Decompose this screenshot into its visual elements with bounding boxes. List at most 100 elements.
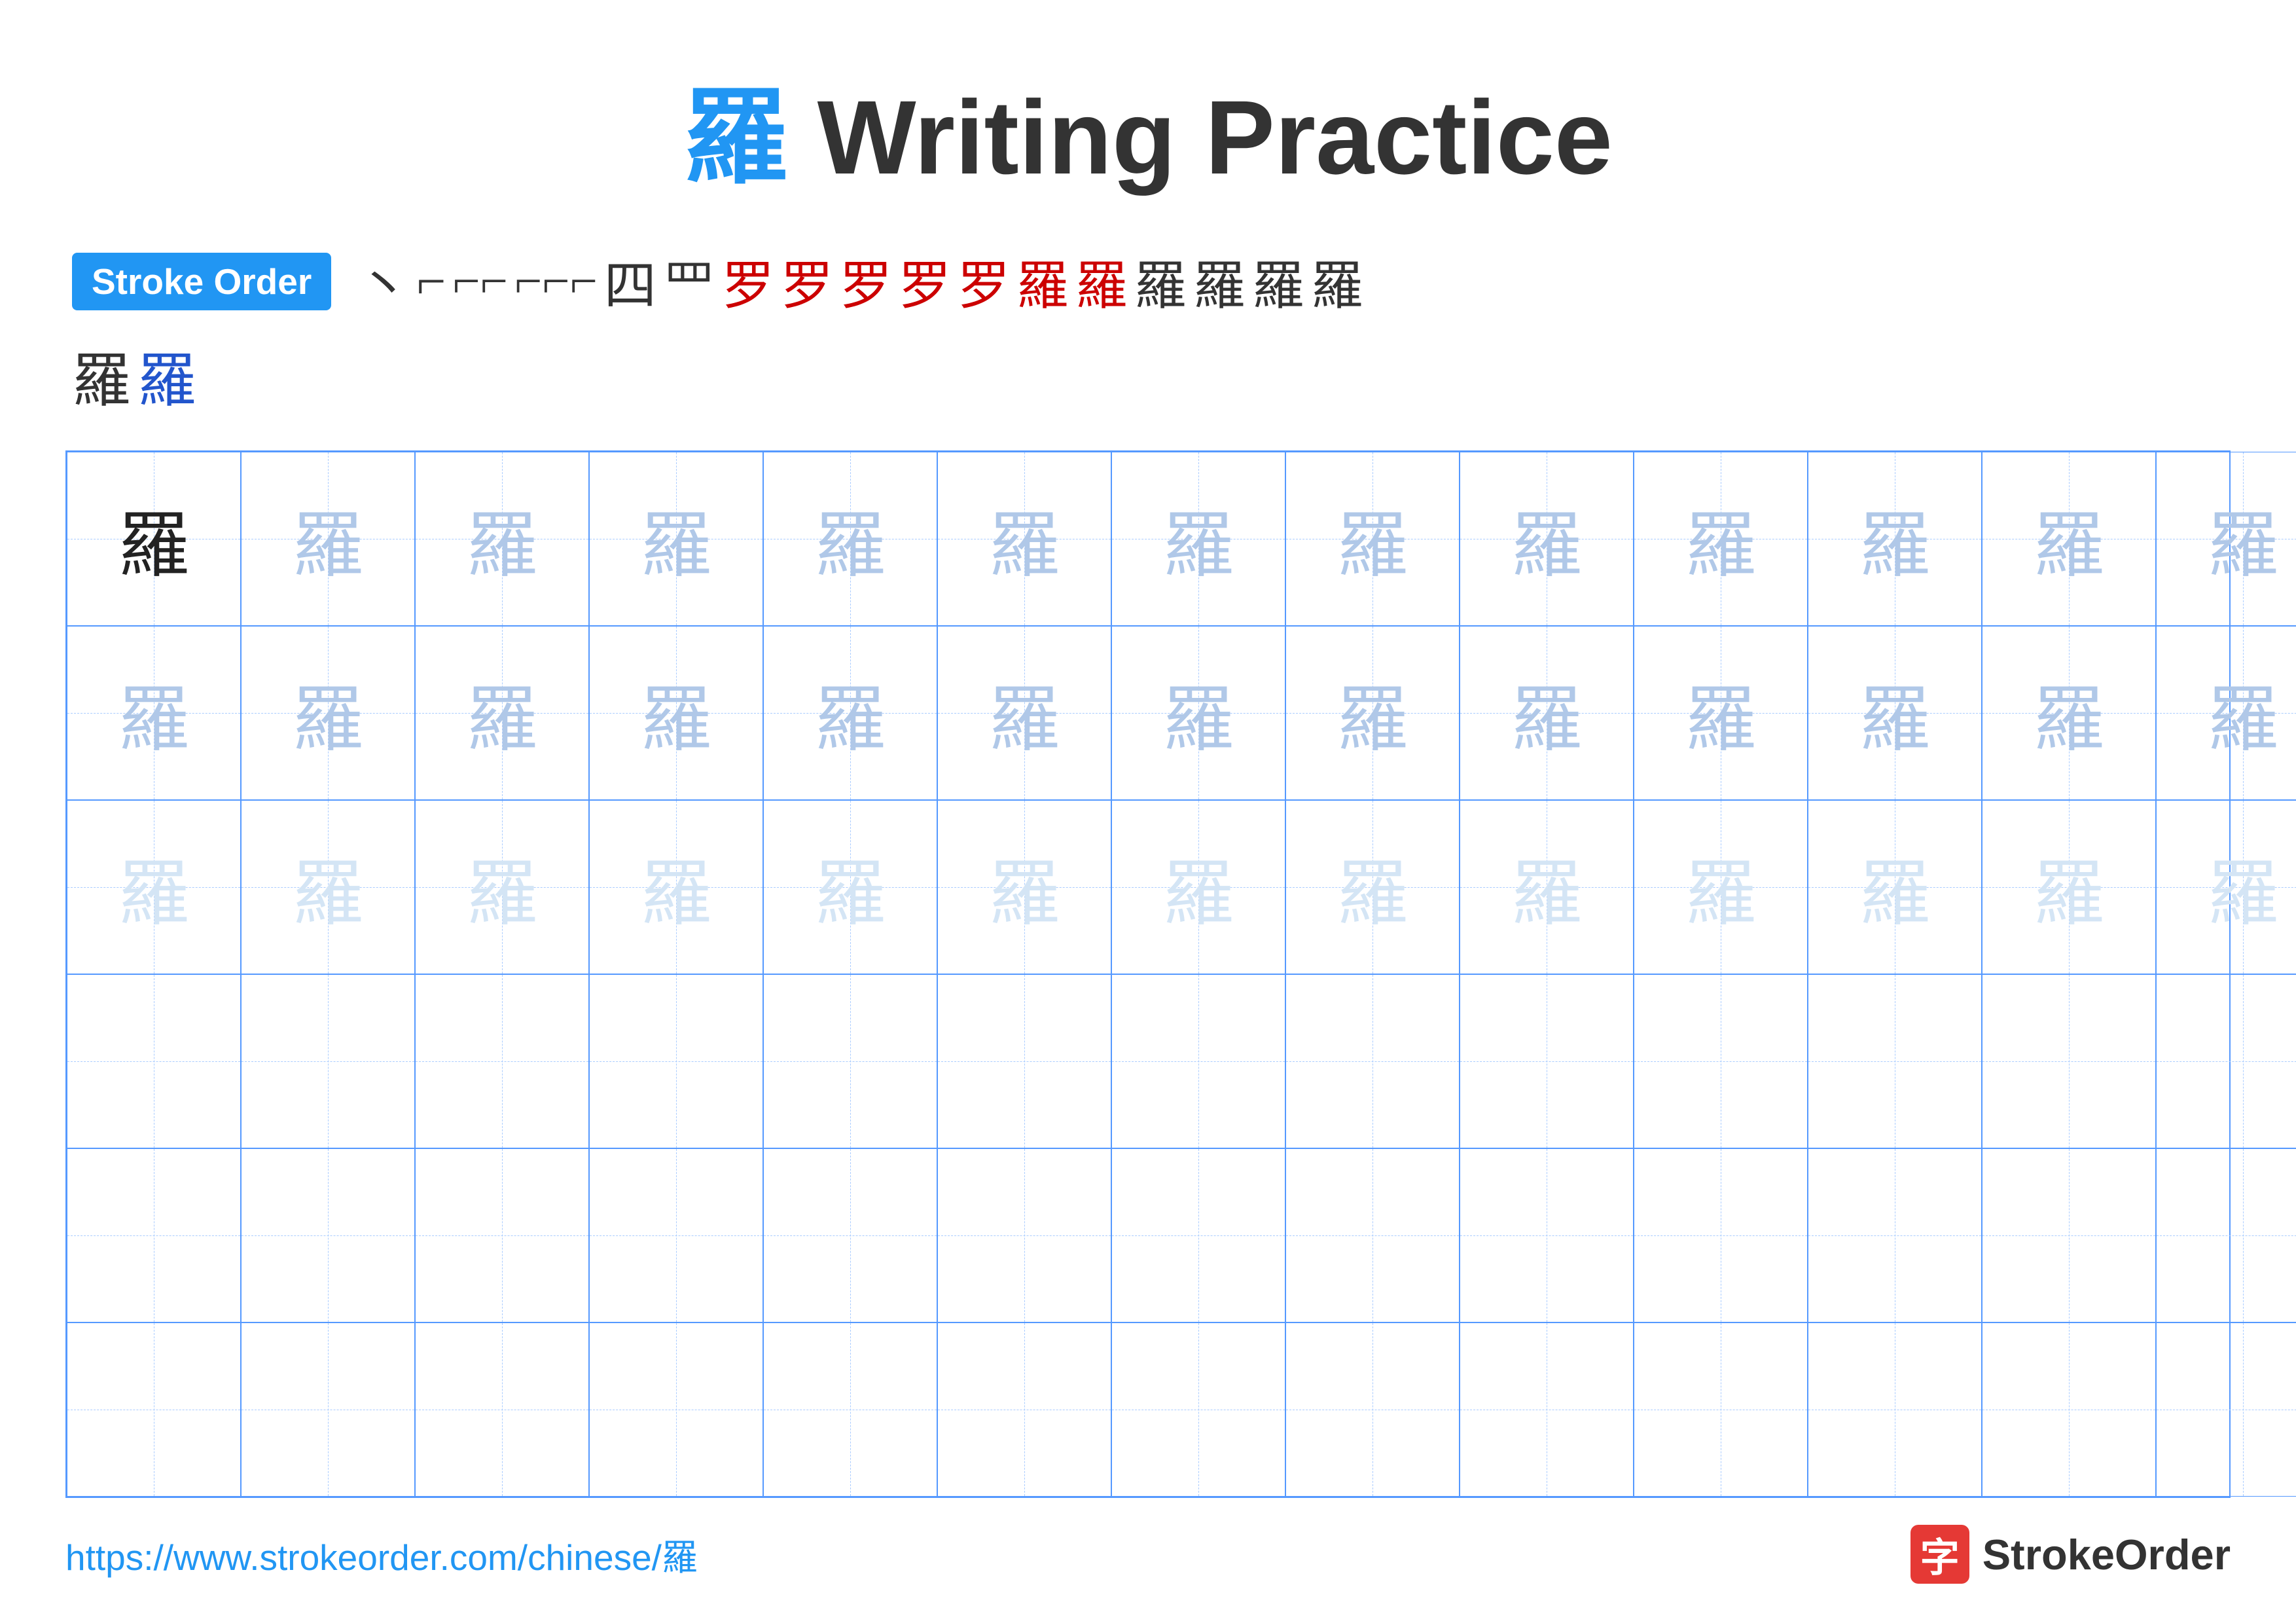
grid-cell[interactable]: 羅 — [2156, 452, 2296, 626]
grid-cell[interactable] — [2156, 1148, 2296, 1322]
grid-cell[interactable]: 羅 — [937, 452, 1111, 626]
stroke-3: ⌐⌐ — [452, 253, 508, 310]
grid-cell[interactable]: 羅 — [2156, 626, 2296, 800]
grid-cell[interactable]: 羅 — [763, 452, 937, 626]
grid-cell[interactable] — [1111, 1322, 1285, 1497]
grid-cell[interactable]: 羅 — [67, 626, 241, 800]
grid-char: 羅 — [1511, 661, 1583, 765]
grid-cell[interactable] — [1111, 974, 1285, 1148]
grid-cell[interactable]: 羅 — [1285, 452, 1460, 626]
grid-cell[interactable] — [67, 974, 241, 1148]
grid-cell[interactable]: 羅 — [415, 800, 589, 974]
grid-cell[interactable] — [1460, 974, 1634, 1148]
grid-cell[interactable]: 羅 — [415, 626, 589, 800]
grid-cell[interactable] — [1808, 1322, 1982, 1497]
grid-cell[interactable] — [1460, 1322, 1634, 1497]
grid-cell[interactable]: 羅 — [415, 452, 589, 626]
grid-cell[interactable]: 羅 — [1285, 626, 1460, 800]
grid-cell[interactable] — [1111, 1148, 1285, 1322]
grid-char: 羅 — [1336, 661, 1408, 765]
grid-cell[interactable] — [1808, 1148, 1982, 1322]
grid-cell[interactable]: 羅 — [937, 800, 1111, 974]
grid-cell[interactable] — [1460, 1148, 1634, 1322]
stroke-9: 罗 — [840, 244, 892, 319]
grid-cell[interactable]: 羅 — [1808, 626, 1982, 800]
writing-grid: 羅羅羅羅羅羅羅羅羅羅羅羅羅羅羅羅羅羅羅羅羅羅羅羅羅羅羅羅羅羅羅羅羅羅羅羅羅羅羅 — [65, 450, 2231, 1498]
grid-cell[interactable] — [2156, 1322, 2296, 1497]
grid-cell[interactable]: 羅 — [1460, 626, 1634, 800]
grid-cell[interactable] — [937, 1322, 1111, 1497]
grid-cell[interactable] — [1634, 974, 1808, 1148]
grid-cell[interactable]: 羅 — [67, 452, 241, 626]
grid-char: 羅 — [2207, 486, 2279, 591]
grid-cell[interactable]: 羅 — [241, 452, 415, 626]
grid-cell[interactable]: 羅 — [1285, 800, 1460, 974]
grid-cell[interactable]: 羅 — [1634, 626, 1808, 800]
logo-icon: 字 — [1910, 1525, 1969, 1584]
grid-cell[interactable]: 羅 — [1111, 452, 1285, 626]
stroke-11: 罗 — [958, 244, 1010, 319]
grid-cell[interactable] — [241, 1322, 415, 1497]
grid-cell[interactable]: 羅 — [589, 626, 763, 800]
stroke-15: 羅 — [1193, 244, 1246, 319]
title-section: 羅 Writing Practice — [65, 52, 2231, 204]
grid-char: 羅 — [1162, 835, 1234, 939]
grid-cell[interactable] — [415, 974, 589, 1148]
grid-cell[interactable]: 羅 — [1808, 800, 1982, 974]
grid-cell[interactable]: 羅 — [1634, 800, 1808, 974]
grid-cell[interactable]: 羅 — [1982, 800, 2156, 974]
grid-cell[interactable] — [241, 1148, 415, 1322]
grid-cell[interactable]: 羅 — [1460, 452, 1634, 626]
grid-cell[interactable] — [937, 1148, 1111, 1322]
stroke-8: 罗 — [781, 244, 833, 319]
grid-cell[interactable]: 羅 — [241, 626, 415, 800]
grid-cell[interactable] — [763, 974, 937, 1148]
grid-cell[interactable]: 羅 — [241, 800, 415, 974]
stroke-14: 羅 — [1134, 244, 1187, 319]
grid-cell[interactable]: 羅 — [937, 626, 1111, 800]
footer-logo: 字 StrokeOrder — [1910, 1525, 2231, 1584]
grid-cell[interactable] — [589, 974, 763, 1148]
grid-cell[interactable]: 羅 — [1460, 800, 1634, 974]
grid-cell[interactable] — [67, 1148, 241, 1322]
grid-cell[interactable] — [1285, 1148, 1460, 1322]
grid-cell[interactable]: 羅 — [763, 626, 937, 800]
grid-char: 羅 — [1685, 661, 1757, 765]
grid-cell[interactable] — [763, 1322, 937, 1497]
grid-char: 羅 — [466, 835, 538, 939]
grid-cell[interactable] — [241, 974, 415, 1148]
grid-cell[interactable] — [1634, 1322, 1808, 1497]
grid-cell[interactable]: 羅 — [1982, 452, 2156, 626]
stroke-order-section: Stroke Order 丶 ⌐ ⌐⌐ ⌐⌐⌐ 四 罒 罗 罗 罗 罗 罗 羅 … — [65, 244, 2231, 319]
grid-char: 羅 — [1336, 486, 1408, 591]
grid-cell[interactable]: 羅 — [1634, 452, 1808, 626]
grid-cell[interactable] — [589, 1148, 763, 1322]
grid-char: 羅 — [292, 661, 364, 765]
stroke-6: 罒 — [663, 244, 715, 319]
grid-cell[interactable] — [1982, 1148, 2156, 1322]
grid-cell[interactable] — [67, 1322, 241, 1497]
grid-cell[interactable]: 羅 — [1111, 626, 1285, 800]
grid-cell[interactable] — [1982, 974, 2156, 1148]
grid-cell[interactable] — [1285, 974, 1460, 1148]
grid-cell[interactable]: 羅 — [589, 452, 763, 626]
grid-cell[interactable]: 羅 — [67, 800, 241, 974]
grid-cell[interactable] — [1285, 1322, 1460, 1497]
grid-cell[interactable]: 羅 — [589, 800, 763, 974]
grid-cell[interactable] — [1982, 1322, 2156, 1497]
grid-cell[interactable] — [1634, 1148, 1808, 1322]
grid-cell[interactable] — [1808, 974, 1982, 1148]
grid-cell[interactable] — [415, 1322, 589, 1497]
grid-cell[interactable] — [2156, 974, 2296, 1148]
grid-cell[interactable]: 羅 — [763, 800, 937, 974]
grid-cell[interactable]: 羅 — [1982, 626, 2156, 800]
grid-char: 羅 — [1859, 661, 1931, 765]
grid-cell[interactable] — [937, 974, 1111, 1148]
grid-cell[interactable] — [415, 1148, 589, 1322]
grid-cell[interactable]: 羅 — [1808, 452, 1982, 626]
grid-cell[interactable] — [589, 1322, 763, 1497]
grid-char: 羅 — [988, 661, 1060, 765]
grid-cell[interactable]: 羅 — [1111, 800, 1285, 974]
grid-cell[interactable]: 羅 — [2156, 800, 2296, 974]
grid-cell[interactable] — [763, 1148, 937, 1322]
